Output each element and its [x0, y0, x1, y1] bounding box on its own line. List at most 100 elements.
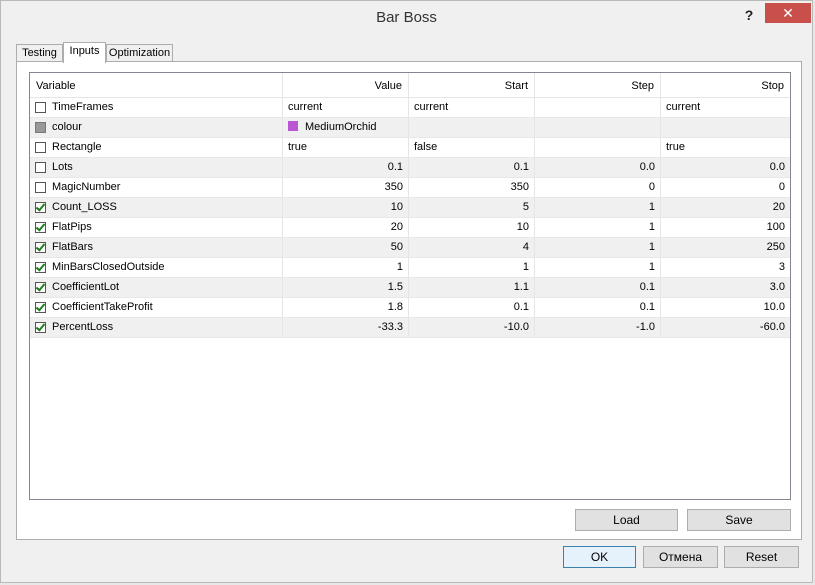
start-cell[interactable]: current: [409, 98, 535, 117]
step-cell[interactable]: 0.1: [535, 298, 661, 317]
optimize-checkbox[interactable]: [35, 182, 46, 193]
step-cell[interactable]: 1: [535, 238, 661, 257]
variable-name: Count_LOSS: [52, 201, 117, 213]
variable-cell: PercentLoss: [30, 318, 283, 337]
start-cell[interactable]: [409, 118, 535, 137]
start-cell[interactable]: 0.1: [409, 298, 535, 317]
stop-cell[interactable]: 3.0: [661, 278, 790, 297]
stop-cell[interactable]: true: [661, 138, 790, 157]
stop-cell[interactable]: 10.0: [661, 298, 790, 317]
step-cell[interactable]: [535, 118, 661, 137]
header-variable[interactable]: Variable: [30, 73, 283, 97]
header-value[interactable]: Value: [283, 73, 409, 97]
table-row[interactable]: Count_LOSS 10 5 1 20: [30, 198, 790, 218]
table-row[interactable]: FlatPips 20 10 1 100: [30, 218, 790, 238]
tab-optimization[interactable]: Optimization: [106, 44, 173, 62]
start-cell[interactable]: -10.0: [409, 318, 535, 337]
start-cell[interactable]: 10: [409, 218, 535, 237]
header-start[interactable]: Start: [409, 73, 535, 97]
value-cell[interactable]: MediumOrchid: [283, 118, 409, 137]
stop-cell[interactable]: 0.0: [661, 158, 790, 177]
optimize-checkbox[interactable]: [35, 282, 46, 293]
optimize-checkbox[interactable]: [35, 302, 46, 313]
table-row[interactable]: TimeFrames current current current: [30, 98, 790, 118]
value-cell[interactable]: 1: [283, 258, 409, 277]
table-row[interactable]: Rectangle true false true: [30, 138, 790, 158]
start-cell[interactable]: 1.1: [409, 278, 535, 297]
start-cell[interactable]: 4: [409, 238, 535, 257]
table-row[interactable]: CoefficientLot 1.5 1.1 0.1 3.0: [30, 278, 790, 298]
optimize-checkbox[interactable]: [35, 242, 46, 253]
variable-cell: FlatBars: [30, 238, 283, 257]
value-cell[interactable]: 0.1: [283, 158, 409, 177]
table-row[interactable]: CoefficientTakeProfit 1.8 0.1 0.1 10.0: [30, 298, 790, 318]
value-cell[interactable]: true: [283, 138, 409, 157]
optimize-checkbox[interactable]: [35, 202, 46, 213]
step-cell[interactable]: 1: [535, 258, 661, 277]
start-cell[interactable]: false: [409, 138, 535, 157]
optimize-checkbox[interactable]: [35, 102, 46, 113]
tab-inputs[interactable]: Inputs: [63, 42, 106, 63]
variable-cell: CoefficientTakeProfit: [30, 298, 283, 317]
optimize-checkbox[interactable]: [35, 122, 46, 133]
variable-cell: TimeFrames: [30, 98, 283, 117]
optimize-checkbox[interactable]: [35, 142, 46, 153]
step-cell[interactable]: 0.0: [535, 158, 661, 177]
close-button[interactable]: ✕: [765, 3, 811, 23]
variable-name: colour: [52, 121, 82, 133]
title-bar: Bar Boss ? ✕: [1, 1, 812, 35]
color-name: MediumOrchid: [305, 121, 377, 133]
step-cell[interactable]: 1: [535, 218, 661, 237]
optimize-checkbox[interactable]: [35, 222, 46, 233]
value-cell[interactable]: 350: [283, 178, 409, 197]
table-row[interactable]: FlatBars 50 4 1 250: [30, 238, 790, 258]
variable-cell: MinBarsClosedOutside: [30, 258, 283, 277]
stop-cell[interactable]: -60.0: [661, 318, 790, 337]
step-cell[interactable]: 0: [535, 178, 661, 197]
save-button[interactable]: Save: [687, 509, 791, 531]
optimize-checkbox[interactable]: [35, 162, 46, 173]
step-cell[interactable]: 1: [535, 198, 661, 217]
cancel-button[interactable]: Отмена: [643, 546, 718, 568]
value-cell[interactable]: 10: [283, 198, 409, 217]
variable-name: CoefficientLot: [52, 281, 120, 293]
step-cell[interactable]: 0.1: [535, 278, 661, 297]
stop-cell[interactable]: 0: [661, 178, 790, 197]
table-row[interactable]: colour MediumOrchid: [30, 118, 790, 138]
stop-cell[interactable]: 20: [661, 198, 790, 217]
stop-cell[interactable]: 100: [661, 218, 790, 237]
header-step[interactable]: Step: [535, 73, 661, 97]
step-cell[interactable]: [535, 98, 661, 117]
help-button[interactable]: ?: [737, 5, 761, 25]
reset-button[interactable]: Reset: [724, 546, 799, 568]
value-cell[interactable]: -33.3: [283, 318, 409, 337]
value-cell[interactable]: 1.8: [283, 298, 409, 317]
table-row[interactable]: Lots 0.1 0.1 0.0 0.0: [30, 158, 790, 178]
start-cell[interactable]: 350: [409, 178, 535, 197]
step-cell[interactable]: -1.0: [535, 318, 661, 337]
table-row[interactable]: MagicNumber 350 350 0 0: [30, 178, 790, 198]
start-cell[interactable]: 5: [409, 198, 535, 217]
value-cell[interactable]: 50: [283, 238, 409, 257]
stop-cell[interactable]: [661, 118, 790, 137]
ok-button[interactable]: OK: [563, 546, 636, 568]
table-row[interactable]: MinBarsClosedOutside 1 1 1 3: [30, 258, 790, 278]
load-button[interactable]: Load: [575, 509, 678, 531]
variable-name: MinBarsClosedOutside: [52, 261, 165, 273]
value-cell[interactable]: 20: [283, 218, 409, 237]
start-cell[interactable]: 0.1: [409, 158, 535, 177]
stop-cell[interactable]: current: [661, 98, 790, 117]
tab-testing[interactable]: Testing: [16, 44, 63, 62]
step-cell[interactable]: [535, 138, 661, 157]
table-row[interactable]: PercentLoss -33.3 -10.0 -1.0 -60.0: [30, 318, 790, 338]
variable-name: FlatPips: [52, 221, 92, 233]
optimize-checkbox[interactable]: [35, 262, 46, 273]
variable-cell: Count_LOSS: [30, 198, 283, 217]
header-stop[interactable]: Stop: [661, 73, 790, 97]
stop-cell[interactable]: 250: [661, 238, 790, 257]
value-cell[interactable]: 1.5: [283, 278, 409, 297]
stop-cell[interactable]: 3: [661, 258, 790, 277]
optimize-checkbox[interactable]: [35, 322, 46, 333]
start-cell[interactable]: 1: [409, 258, 535, 277]
value-cell[interactable]: current: [283, 98, 409, 117]
